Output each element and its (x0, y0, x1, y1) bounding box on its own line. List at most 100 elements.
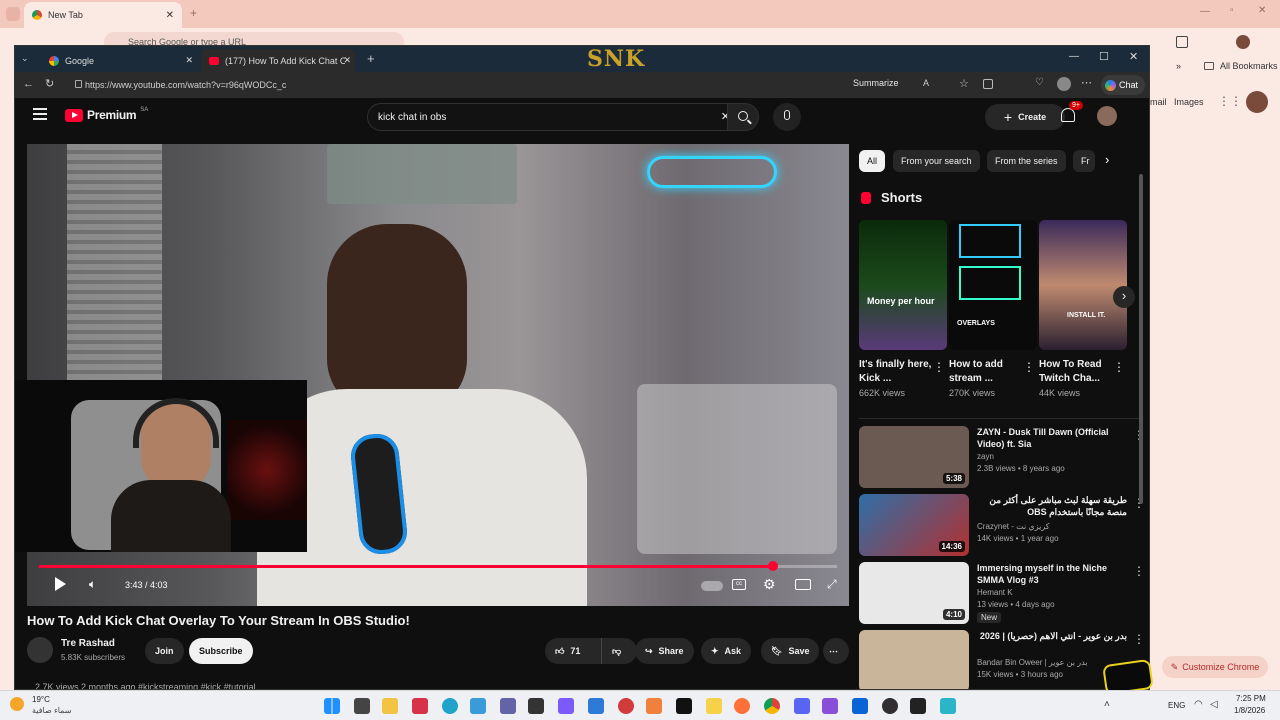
rec-channel[interactable]: zayn (977, 452, 994, 461)
clock-time[interactable]: 7:25 PM (1236, 694, 1266, 703)
app-icon-orange[interactable] (646, 698, 662, 714)
youtube-logo[interactable]: Premium SA (65, 107, 148, 122)
more-actions-button[interactable]: ⋯ (823, 638, 849, 664)
close-icon[interactable]: ✕ (166, 10, 174, 21)
chip-from-search[interactable]: From your search (893, 150, 980, 172)
ask-button[interactable]: ✦ Ask (701, 638, 752, 664)
clock-date[interactable]: 1/8/2026 (1234, 706, 1265, 715)
copilot-icon[interactable] (558, 698, 574, 714)
profile-avatar-large[interactable] (1246, 91, 1268, 113)
sticky-notes-icon[interactable] (706, 698, 722, 714)
play-store-icon[interactable] (470, 698, 486, 714)
chrome-tab-new-tab[interactable]: New Tab ✕ (24, 2, 182, 28)
mail-icon[interactable] (852, 698, 868, 714)
file-explorer-icon[interactable] (382, 698, 398, 714)
short-menu-icon[interactable]: ⋮ (1023, 360, 1035, 374)
like-button[interactable]: 👍︎ 71 (545, 638, 601, 664)
description-line[interactable]: 2.7K views 2 months ago #kickstreaming #… (35, 682, 256, 689)
sidebar-scrollbar[interactable] (1139, 174, 1143, 504)
app-icon-teal[interactable] (940, 698, 956, 714)
rec-channel[interactable]: Crazynet - كريزي نت (977, 522, 1050, 531)
read-aloud-icon[interactable]: A (923, 78, 929, 88)
settings-gear-icon[interactable]: ⚙ (763, 576, 776, 593)
short-card[interactable]: Money per hour It's finally here, Kick .… (859, 220, 947, 398)
tray-chevron-icon[interactable]: ˄ (1104, 699, 1110, 710)
obs-icon[interactable] (882, 698, 898, 714)
rec-menu-icon[interactable]: ⋮ (1133, 632, 1145, 646)
speaker-icon[interactable]: ◁ (1210, 699, 1218, 710)
tab-actions-icon[interactable]: ⌄ (21, 53, 29, 64)
start-windows-icon[interactable] (324, 698, 340, 714)
dislike-button[interactable]: 👎︎ (601, 638, 637, 664)
edge-tab-youtube[interactable]: (177) How To Add Kick Chat Overl ✕ (201, 49, 355, 72)
back-icon[interactable]: ← (23, 78, 34, 90)
favorite-star-icon[interactable]: ☆ (959, 77, 969, 90)
chip-all[interactable]: All (859, 150, 886, 172)
more-icon[interactable]: ⋯ (1081, 76, 1092, 89)
short-card[interactable]: OVERLAYS How to add stream ... 270K view… (949, 220, 1037, 398)
play-button[interactable] (55, 577, 66, 591)
app-icon-purple[interactable] (822, 698, 838, 714)
app-icon-blue[interactable] (588, 698, 604, 714)
new-tab-icon[interactable]: + (367, 51, 375, 66)
autoplay-toggle-icon[interactable] (701, 581, 723, 591)
maximize-icon[interactable]: ☐ (1099, 50, 1109, 63)
new-tab-icon[interactable]: + (190, 6, 197, 20)
voice-search-button[interactable] (773, 103, 801, 131)
customize-chrome-button[interactable]: ✎ Customize Chrome (1162, 656, 1268, 678)
recommendation-item[interactable]: 4:10 Immersing myself in the Niche SMMA … (859, 562, 1149, 628)
share-button[interactable]: ↪ Share (635, 638, 694, 664)
app-icon-red-circle[interactable] (618, 698, 634, 714)
fullscreen-icon[interactable]: ⤢ (827, 577, 837, 592)
app-icon-red[interactable] (412, 698, 428, 714)
minimize-icon[interactable]: — (1069, 51, 1079, 62)
close-window-icon[interactable]: ✕ (1258, 5, 1266, 16)
url-field[interactable]: https://www.youtube.com/watch?v=r96qWODC… (73, 76, 833, 94)
chrome-tab-menu-icon[interactable] (6, 7, 20, 21)
images-link[interactable]: Images (1174, 97, 1204, 107)
recommendation-item[interactable]: 14:36 طريقة سهلة لبث مباشر على أكثر من م… (859, 494, 1149, 560)
search-button[interactable] (727, 103, 759, 131)
firefox-icon[interactable] (734, 698, 750, 714)
apps-grid-icon[interactable]: ⋮⋮ (1218, 94, 1242, 108)
short-card[interactable]: INSTALL IT. How To Read Twitch Cha... 44… (1039, 220, 1127, 398)
notifications-bell-icon[interactable] (1061, 108, 1075, 122)
discord-icon[interactable] (794, 698, 810, 714)
chevron-right-icon[interactable]: » (1176, 61, 1181, 71)
volume-icon[interactable]: 🔈︎ (89, 577, 96, 592)
app-icon-dark[interactable] (910, 698, 926, 714)
edge-tab-google[interactable]: Google ✕ (41, 49, 199, 72)
short-menu-icon[interactable]: ⋮ (1113, 360, 1125, 374)
refresh-icon[interactable]: ↻ (45, 77, 54, 90)
summarize-button[interactable]: Summarize (853, 78, 899, 88)
copilot-chat-button[interactable]: Chat (1101, 75, 1145, 95)
recommendation-item[interactable]: 5:38 ZAYN - Dusk Till Dawn (Official Vid… (859, 426, 1149, 492)
captions-icon[interactable]: cc (732, 579, 746, 590)
all-bookmarks-link[interactable]: All Bookmarks (1220, 61, 1278, 71)
menu-hamburger-icon[interactable] (33, 108, 47, 120)
task-view-icon[interactable] (354, 698, 370, 714)
close-window-icon[interactable]: ✕ (1129, 50, 1138, 63)
channel-name[interactable]: Tre Rashad (61, 638, 115, 649)
restore-icon[interactable]: ▫ (1230, 5, 1234, 16)
chrome-icon[interactable] (764, 698, 780, 714)
teams-icon[interactable] (500, 698, 516, 714)
extensions-icon[interactable] (983, 79, 993, 89)
search-input[interactable]: kick chat in obs ✕ (367, 103, 739, 131)
extensions-icon[interactable] (1176, 36, 1188, 48)
chip-next-icon[interactable]: › (1105, 152, 1109, 167)
close-icon[interactable]: ✕ (343, 55, 351, 66)
close-icon[interactable]: ✕ (185, 55, 193, 66)
channel-avatar[interactable] (27, 637, 53, 663)
gmail-link[interactable]: mail (1150, 97, 1167, 107)
join-button[interactable]: Join (145, 638, 184, 664)
language-indicator[interactable]: ENG (1168, 701, 1185, 710)
rec-menu-icon[interactable]: ⋮ (1133, 564, 1145, 578)
theater-mode-icon[interactable] (795, 579, 811, 590)
store-icon[interactable] (528, 698, 544, 714)
weather-widget[interactable]: 19°C سماء صافية (10, 694, 90, 718)
collections-icon[interactable]: ♡ (1035, 77, 1044, 88)
profile-avatar[interactable] (1057, 77, 1071, 91)
minimize-icon[interactable]: — (1200, 6, 1210, 17)
rec-channel[interactable]: Bandar Bin Oweer | بدر بن عوير (977, 658, 1088, 667)
